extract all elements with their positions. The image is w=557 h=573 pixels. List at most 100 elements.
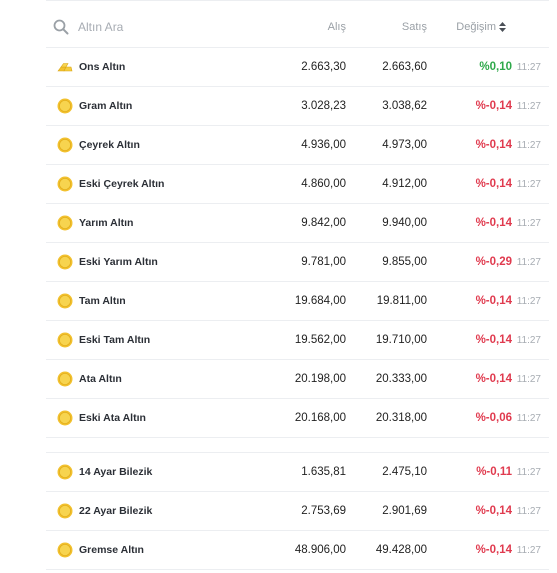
update-time: 11:27 <box>516 374 541 385</box>
change-percent: %-0,14 <box>475 295 512 307</box>
item-name: Eski Ata Altın <box>79 412 146 424</box>
change-percent: %-0,14 <box>475 217 512 229</box>
buy-price: 4.860,00 <box>301 178 346 190</box>
sort-icon[interactable] <box>499 22 506 33</box>
gold-coin-icon <box>57 98 73 114</box>
item-name: Eski Tam Altın <box>79 334 151 346</box>
item-name: 14 Ayar Bilezik <box>79 466 153 478</box>
item-name: Eski Yarım Altın <box>79 256 158 268</box>
item-name: Yarım Altın <box>79 217 134 229</box>
gold-coin-icon <box>57 254 73 270</box>
change-percent: %-0,14 <box>475 334 512 346</box>
sell-price: 19.710,00 <box>375 334 427 346</box>
table-row[interactable]: Yarım Altın 9.842,00 9.940,00 %-0,14 11:27 <box>46 204 549 243</box>
sell-price: 9.855,00 <box>382 256 427 268</box>
sell-price: 20.333,00 <box>375 373 427 385</box>
buy-price: 1.635,81 <box>301 466 346 478</box>
buy-price: 9.781,00 <box>301 256 346 268</box>
change-percent: %-0,11 <box>476 466 512 478</box>
sell-price: 49.428,00 <box>375 544 427 556</box>
update-time: 11:27 <box>516 413 541 424</box>
sell-price: 9.940,00 <box>382 217 427 229</box>
table-row[interactable]: Eski Tam Altın 19.562,00 19.710,00 %-0,14 11… <box>46 321 549 360</box>
buy-price: 2.753,69 <box>301 505 346 517</box>
change-percent: %-0,06 <box>475 412 512 424</box>
item-name: Çeyrek Altın <box>79 139 140 151</box>
gold-coin-icon <box>57 542 73 558</box>
change-percent: %-0,14 <box>475 178 512 190</box>
sell-price: 20.318,00 <box>375 412 427 424</box>
table-row[interactable]: 22 Ayar Bilezik 2.753,69 2.901,69 %-0,14 11:… <box>46 492 549 531</box>
buy-price: 48.906,00 <box>294 544 346 556</box>
table-row[interactable]: Gram Altın 3.028,23 3.038,62 %-0,14 11:27 <box>46 87 549 126</box>
update-time: 11:27 <box>516 140 541 151</box>
update-time: 11:27 <box>516 467 541 478</box>
change-percent: %-0,29 <box>475 256 512 268</box>
table-header: Alış Satış Değişim <box>46 8 549 48</box>
sell-price: 19.811,00 <box>376 295 427 307</box>
item-name: Gremse Altın <box>79 544 144 556</box>
table-row[interactable]: Gremse Altın 48.906,00 49.428,00 %-0,14 11:2… <box>46 531 549 570</box>
gold-coin-icon <box>57 332 73 348</box>
item-name: Eski Çeyrek Altın <box>79 178 165 190</box>
update-time: 11:27 <box>516 335 541 346</box>
change-percent: %-0,14 <box>475 139 512 151</box>
buy-price: 20.198,00 <box>294 373 346 385</box>
update-time: 11:27 <box>516 506 541 517</box>
table-row[interactable]: 14 Ayar Bilezik 1.635,81 2.475,10 %-0,11 11:… <box>46 453 549 492</box>
change-percent: %-0,14 <box>475 100 512 112</box>
gold-coin-icon <box>57 293 73 309</box>
sell-price: 2.901,69 <box>382 505 427 517</box>
update-time: 11:27 <box>516 296 541 307</box>
item-name: Ons Altın <box>79 61 126 73</box>
gold-coin-icon <box>57 503 73 519</box>
update-time: 11:27 <box>516 545 541 556</box>
buy-price: 3.028,23 <box>301 100 346 112</box>
update-time: 11:27 <box>516 218 541 229</box>
buy-price: 4.936,00 <box>301 139 346 151</box>
sell-price: 3.038,62 <box>382 100 427 112</box>
table-row[interactable]: Eski Çeyrek Altın 4.860,00 4.912,00 %-0,14 1… <box>46 165 549 204</box>
item-name: Tam Altın <box>79 295 126 307</box>
item-name: 22 Ayar Bilezik <box>79 505 153 517</box>
gold-coin-icon <box>57 371 73 387</box>
buy-price: 19.684,00 <box>294 295 346 307</box>
search-icon[interactable] <box>53 19 69 35</box>
change-percent: %-0,14 <box>475 544 512 556</box>
column-header-buy: Alış <box>327 21 346 33</box>
gold-price-table: Alış Satış Değişim Ons Altın 2.663,30 2.66… <box>0 0 557 573</box>
change-percent: %-0,14 <box>475 505 512 517</box>
change-percent: %0,10 <box>479 61 512 73</box>
buy-price: 19.562,00 <box>294 334 346 346</box>
buy-price: 9.842,00 <box>301 217 346 229</box>
gold-coin-icon <box>57 137 73 153</box>
gold-coin-icon <box>57 215 73 231</box>
table-row[interactable]: Eski Yarım Altın 9.781,00 9.855,00 %-0,29 11… <box>46 243 549 282</box>
table-row[interactable]: Ons Altın 2.663,30 2.663,60 %0,10 11:27 <box>46 48 549 87</box>
table-row[interactable]: Ata Altın 20.198,00 20.333,00 %-0,14 11:27 <box>46 360 549 399</box>
column-header-change[interactable]: Değişim <box>456 21 506 33</box>
update-time: 11:27 <box>516 257 541 268</box>
buy-price: 20.168,00 <box>294 412 346 424</box>
sell-price: 2.663,60 <box>382 61 427 73</box>
gold-coin-icon <box>57 464 73 480</box>
sell-price: 2.475,10 <box>382 466 427 478</box>
table-row[interactable]: Tam Altın 19.684,00 19.811,00 %-0,14 11:27 <box>46 282 549 321</box>
section-divider <box>46 438 549 453</box>
item-name: Ata Altın <box>79 373 122 385</box>
update-time: 11:27 <box>516 101 541 112</box>
gold-coin-icon <box>57 176 73 192</box>
top-divider <box>46 0 549 1</box>
sell-price: 4.973,00 <box>382 139 427 151</box>
update-time: 11:27 <box>516 179 541 190</box>
gold-bars-icon <box>57 63 73 72</box>
column-header-change-label: Değişim <box>456 21 496 33</box>
sell-price: 4.912,00 <box>382 178 427 190</box>
table-row[interactable]: Çeyrek Altın 4.936,00 4.973,00 %-0,14 11:27 <box>46 126 549 165</box>
buy-price: 2.663,30 <box>301 61 346 73</box>
item-name: Gram Altın <box>79 100 133 112</box>
table-row[interactable]: Eski Ata Altın 20.168,00 20.318,00 %-0,06 11… <box>46 399 549 438</box>
search-input[interactable] <box>78 16 258 38</box>
column-header-sell: Satış <box>401 21 427 33</box>
gold-coin-icon <box>57 410 73 426</box>
